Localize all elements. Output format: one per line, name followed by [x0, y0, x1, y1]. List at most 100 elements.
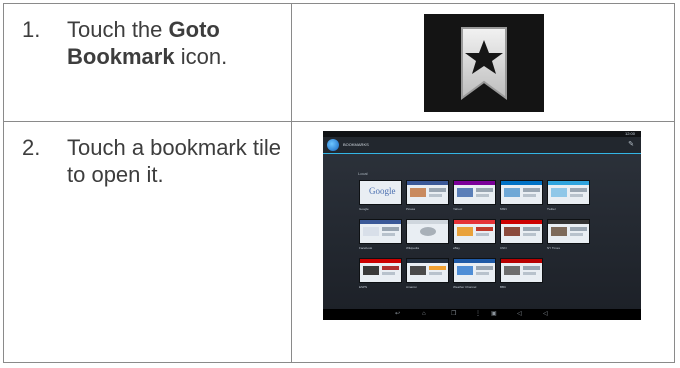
tile-header-strip — [407, 220, 448, 224]
bookmark-tile-cnn[interactable] — [500, 219, 543, 244]
tile-text-block — [429, 272, 442, 275]
tile-label: ESPN — [359, 285, 368, 289]
recent-apps-icon[interactable]: ❐ — [451, 310, 456, 319]
tile-thumbnail — [410, 188, 426, 197]
bookmark-star-icon — [461, 27, 507, 100]
bookmark-tile-facebook[interactable] — [359, 219, 402, 244]
column-divider — [291, 4, 292, 362]
back-icon[interactable]: ↩ — [395, 310, 400, 319]
tile-text-block — [523, 227, 540, 231]
menu-icon[interactable]: ⋮ — [475, 310, 481, 319]
folder-label: Local — [358, 171, 368, 176]
tile-label: Wikipedia — [406, 246, 420, 250]
tile-text-block — [429, 266, 446, 270]
google-logo: Google — [369, 186, 396, 196]
tile-label: MSN — [500, 207, 507, 211]
tile-label: NY Times — [547, 246, 560, 250]
bookmark-tile-ebay[interactable] — [453, 219, 496, 244]
tile-header-strip — [501, 220, 542, 224]
volume-up-icon[interactable]: ◁ — [543, 310, 548, 319]
tile-thumbnail — [363, 266, 379, 275]
tile-text-block — [476, 188, 493, 192]
tile-label: eBay — [453, 246, 460, 250]
bookmark-tile-wikipedia[interactable] — [406, 219, 449, 244]
tile-thumbnail — [504, 227, 520, 236]
tile-header-strip — [360, 259, 401, 263]
tile-thumbnail — [504, 188, 520, 197]
tile-text-block — [523, 194, 536, 197]
tile-text-block — [523, 233, 536, 236]
home-icon[interactable]: ⌂ — [422, 310, 426, 319]
tile-text-block — [382, 227, 399, 231]
step-2-text: Touch a bookmark tile to open it. — [67, 135, 281, 187]
tile-label: BBC — [500, 285, 507, 289]
bookmark-tile-yahoo[interactable] — [453, 180, 496, 205]
tile-label: Yahoo! — [453, 207, 463, 211]
tile-text-block — [476, 227, 493, 231]
tile-text-block — [523, 272, 536, 275]
tile-header-strip — [407, 181, 448, 185]
tile-thumbnail — [551, 188, 567, 197]
screenshot-icon[interactable]: ▣ — [491, 310, 497, 319]
tile-thumbnail — [457, 227, 473, 236]
edit-pen-icon[interactable]: ✎ — [628, 141, 634, 149]
tile-text-block — [429, 188, 446, 192]
step-1-number: 1. — [22, 17, 41, 42]
bookmarks-header: BOOKMARKS ✎ — [323, 137, 641, 154]
tile-thumbnail — [363, 227, 379, 236]
tile-thumbnail — [410, 266, 426, 275]
tile-text-block — [382, 272, 395, 275]
bookmark-tile-bbc[interactable] — [500, 258, 543, 283]
tile-header-strip — [454, 220, 495, 224]
tile-text-block — [570, 227, 587, 231]
tile-header-strip — [407, 259, 448, 263]
tile-header-strip — [501, 259, 542, 263]
tile-text-block — [523, 266, 540, 270]
bookmark-tile-amazon[interactable] — [406, 258, 449, 283]
tile-header-strip — [548, 220, 589, 224]
bookmark-tile-nytimes[interactable] — [547, 219, 590, 244]
step-1-text-pre: Touch the — [67, 17, 169, 42]
tile-header-strip — [454, 181, 495, 185]
tile-text-block — [476, 194, 489, 197]
tile-thumbnail — [457, 266, 473, 275]
row-divider — [4, 121, 674, 122]
tile-thumbnail — [551, 227, 567, 236]
bookmarks-title: BOOKMARKS — [343, 142, 369, 147]
tile-text-block — [570, 194, 583, 197]
tile-thumbnail — [420, 227, 436, 236]
bookmark-tile-msn[interactable] — [500, 180, 543, 205]
step-1-text-post: icon. — [174, 44, 228, 69]
tile-label: Google — [359, 207, 369, 211]
browser-globe-icon — [327, 139, 339, 151]
tile-label: Amazon — [406, 285, 418, 289]
tablet-bookmarks-screenshot: 12:00 BOOKMARKS ✎ Local Google Google Pi… — [323, 131, 641, 320]
bookmark-tile-weather[interactable] — [453, 258, 496, 283]
tile-thumbnail — [504, 266, 520, 275]
tile-text-block — [570, 233, 583, 236]
tile-text-block — [429, 194, 442, 197]
tile-text-block — [476, 272, 489, 275]
step-1-text: Touch the Goto Bookmark icon. — [67, 16, 287, 70]
tile-label: Picasa — [406, 207, 416, 211]
tile-text-block — [570, 188, 587, 192]
tile-text-block — [523, 188, 540, 192]
goto-bookmark-icon-image — [424, 14, 544, 112]
tile-text-block — [476, 266, 493, 270]
tile-header-strip — [360, 220, 401, 224]
step-2-number: 2. — [22, 135, 41, 160]
bookmark-tile-twitter[interactable] — [547, 180, 590, 205]
bookmark-tile-google[interactable]: Google — [359, 180, 402, 205]
bookmark-tile-espn[interactable] — [359, 258, 402, 283]
tile-label: Weather Channel — [453, 285, 477, 289]
system-nav-bar: ↩ ⌂ ❐ ⋮ ▣ ◁ ◁ — [323, 309, 641, 320]
tile-text-block — [382, 233, 395, 236]
tile-label: Facebook — [359, 246, 373, 250]
tile-text-block — [476, 233, 489, 236]
tile-text-block — [382, 266, 399, 270]
volume-down-icon[interactable]: ◁ — [517, 310, 522, 319]
tile-label: Twitter — [547, 207, 556, 211]
bookmark-tile-picasa[interactable] — [406, 180, 449, 205]
tile-header-strip — [501, 181, 542, 185]
tile-thumbnail — [457, 188, 473, 197]
